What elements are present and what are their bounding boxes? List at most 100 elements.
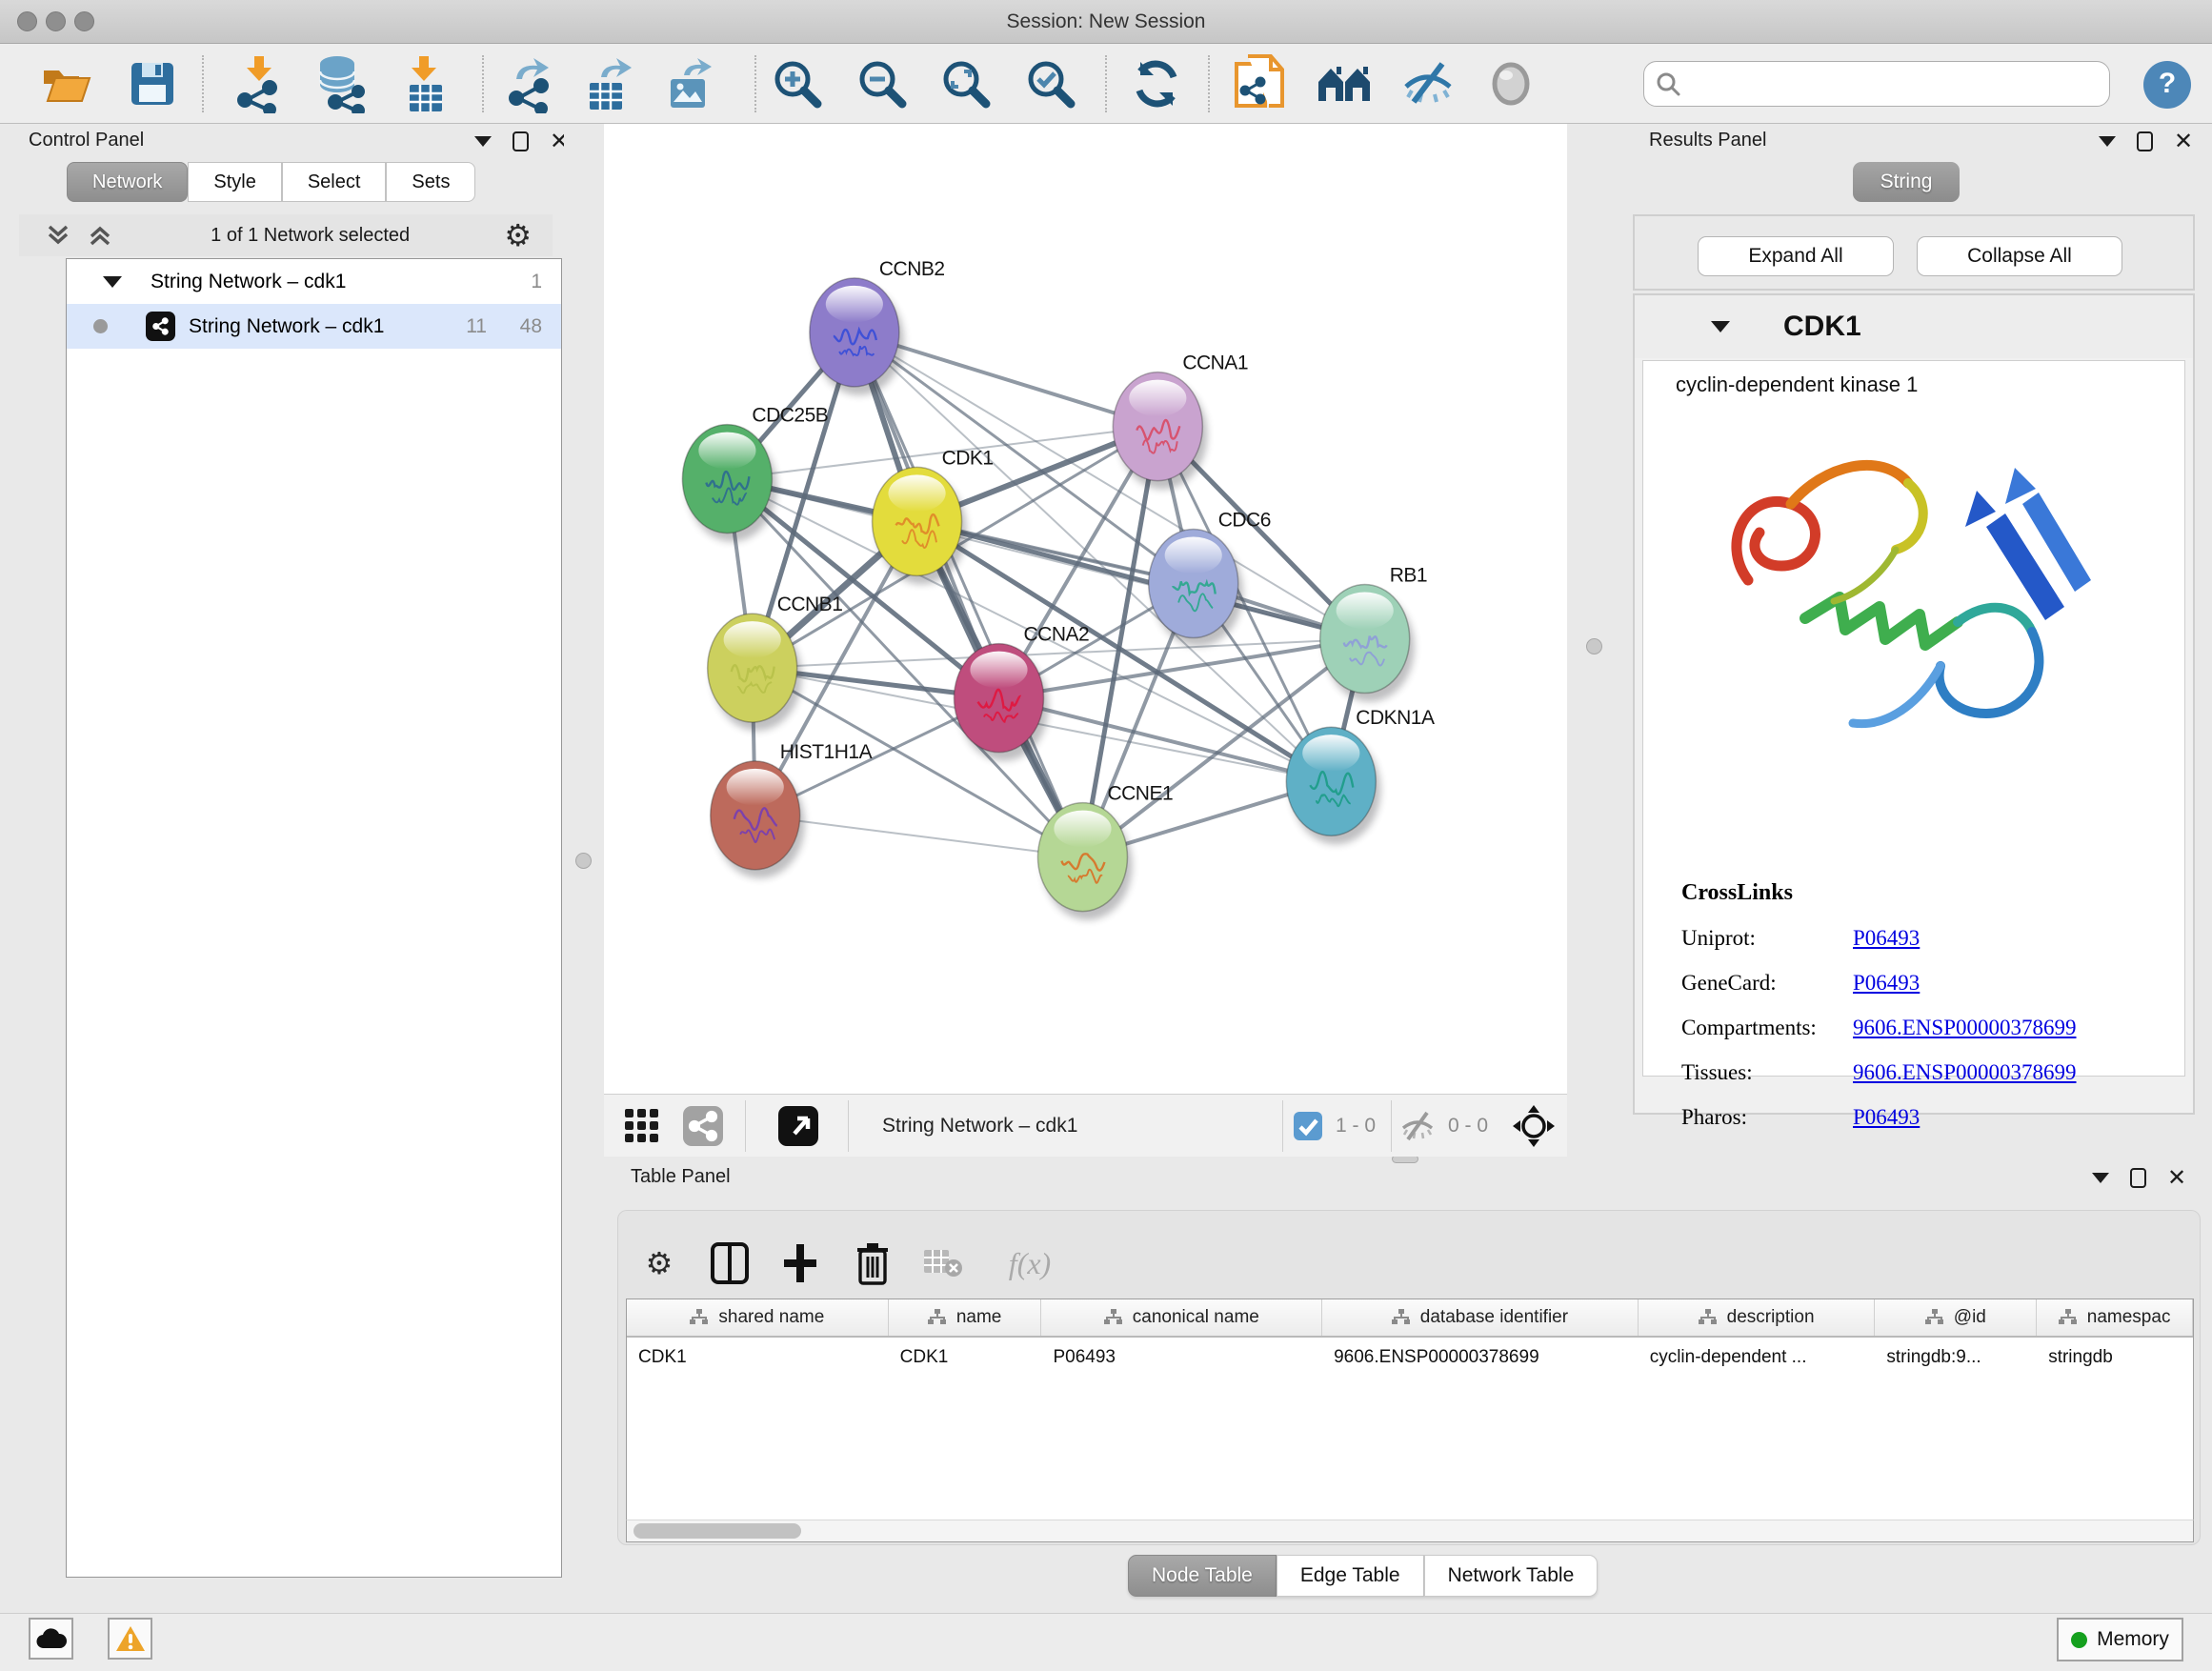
refresh-button[interactable] <box>1126 51 1187 116</box>
column-header-description[interactable]: description <box>1639 1299 1876 1336</box>
node-CDK1[interactable]: CDK1 <box>873 447 994 584</box>
open-in-new-window-button[interactable] <box>772 1099 825 1153</box>
selected-indicator-checkbox[interactable] <box>1288 1106 1328 1146</box>
network-canvas[interactable]: CCNB2CCNA1CDC25BCDK1CDC6RB1CCNB1CCNA2CDK… <box>604 124 1567 1094</box>
delete-column-button[interactable] <box>845 1236 900 1291</box>
node-CDC25B[interactable]: CDC25B <box>682 405 828 542</box>
crosslink-link[interactable]: P06493 <box>1853 1105 1920 1130</box>
left-splitter-grip[interactable] <box>575 853 592 869</box>
node-HIST1H1A[interactable]: HIST1H1A <box>711 741 873 878</box>
save-session-button[interactable] <box>122 51 183 116</box>
export-image-button[interactable] <box>661 51 722 116</box>
zoom-fit-button[interactable] <box>935 51 996 116</box>
node-label-RB1: RB1 <box>1390 565 1427 587</box>
node-CCNB1[interactable]: CCNB1 <box>708 594 843 731</box>
zoom-in-button[interactable] <box>767 51 828 116</box>
column-header-namespac[interactable]: namespac <box>2037 1299 2193 1336</box>
collapse-panel-icon[interactable] <box>2092 1173 2109 1183</box>
node-label-CCNA2: CCNA2 <box>1024 624 1090 646</box>
scrollbar-thumb[interactable] <box>633 1523 801 1539</box>
collapse-panel-icon[interactable] <box>474 136 492 147</box>
hidden-eye-slash-icon <box>1399 1111 1436 1141</box>
open-session-button[interactable] <box>36 51 97 116</box>
table-cell[interactable]: P06493 <box>1041 1338 1322 1377</box>
search-box[interactable] <box>1643 61 2110 107</box>
crosslink-link[interactable]: 9606.ENSP00000378699 <box>1853 1016 2077 1040</box>
crosslink-label: Pharos: <box>1681 1105 1853 1130</box>
tab-network[interactable]: Network <box>67 162 188 202</box>
tab-style[interactable]: Style <box>188 162 281 202</box>
right-splitter[interactable] <box>1567 124 1622 1160</box>
create-column-button[interactable] <box>773 1236 828 1291</box>
column-header-shared-name[interactable]: shared name <box>627 1299 889 1336</box>
birds-eye-view-button[interactable] <box>615 1099 669 1153</box>
tab-string[interactable]: String <box>1853 162 1960 202</box>
node-CDKN1A[interactable]: CDKN1A <box>1286 707 1435 844</box>
table-horizontal-scrollbar[interactable] <box>626 1520 2194 1542</box>
float-panel-icon[interactable] <box>2137 131 2153 151</box>
expand-all-button[interactable]: Expand All <box>1698 236 1894 276</box>
close-panel-icon[interactable]: ✕ <box>2167 1169 2186 1188</box>
table-row[interactable]: CDK1CDK1P064939606.ENSP00000378699cyclin… <box>627 1338 2193 1377</box>
collapse-all-button[interactable]: Collapse All <box>1917 236 2122 276</box>
network-row[interactable]: String Network – cdk1 11 48 <box>67 304 561 349</box>
delete-table-button[interactable] <box>915 1236 971 1291</box>
cloud-status-button[interactable] <box>29 1618 73 1660</box>
crosslink-label: Tissues: <box>1681 1060 1853 1085</box>
crosslink-link[interactable]: 9606.ENSP00000378699 <box>1853 1060 2077 1085</box>
warnings-button[interactable] <box>108 1618 152 1660</box>
collapse-panel-icon[interactable] <box>2099 136 2116 147</box>
tab-edge-table[interactable]: Edge Table <box>1277 1555 1424 1597</box>
network-selection-status: 1 of 1 Network selected <box>116 225 504 247</box>
import-network-file-button[interactable] <box>229 51 290 116</box>
tab-network-table[interactable]: Network Table <box>1424 1555 1599 1597</box>
table-options-button[interactable]: ⚙ <box>632 1236 687 1291</box>
node-label-CDKN1A: CDKN1A <box>1356 707 1435 729</box>
table-cell[interactable]: CDK1 <box>889 1338 1042 1377</box>
table-cell[interactable]: cyclin-dependent ... <box>1639 1338 1876 1377</box>
tab-node-table[interactable]: Node Table <box>1128 1555 1277 1597</box>
left-splitter[interactable] <box>564 124 604 1613</box>
show-columns-button[interactable] <box>702 1236 757 1291</box>
first-neighbors-button[interactable] <box>1314 51 1375 116</box>
search-input[interactable] <box>1688 73 2109 95</box>
zoom-out-button[interactable] <box>852 51 913 116</box>
show-all-button[interactable] <box>1480 51 1541 116</box>
function-builder-button[interactable]: f(x) <box>990 1236 1070 1291</box>
table-cell[interactable]: stringdb <box>2037 1338 2193 1377</box>
table-cell[interactable]: stringdb:9... <box>1875 1338 2037 1377</box>
node-RB1[interactable]: RB1 <box>1320 565 1427 702</box>
collapse-all-networks-icon[interactable] <box>84 221 116 250</box>
import-table-file-button[interactable] <box>395 51 456 116</box>
crosslink-link[interactable]: P06493 <box>1853 926 1920 951</box>
float-panel-icon[interactable] <box>513 131 529 151</box>
node-CCNA1[interactable]: CCNA1 <box>1113 352 1248 490</box>
import-network-database-button[interactable] <box>310 51 371 116</box>
float-panel-icon[interactable] <box>2130 1168 2146 1188</box>
table-cell[interactable]: CDK1 <box>627 1338 889 1377</box>
right-splitter-grip[interactable] <box>1586 638 1602 654</box>
gene-section-header[interactable]: CDK1 <box>1635 295 2193 358</box>
expand-all-networks-icon[interactable] <box>42 221 74 250</box>
zoom-selected-button[interactable] <box>1020 51 1081 116</box>
hide-selected-button[interactable] <box>1398 51 1458 116</box>
collection-expand-icon[interactable] <box>103 276 122 288</box>
copy-network-button[interactable] <box>1229 51 1290 116</box>
column-header-canonical-name[interactable]: canonical name <box>1041 1299 1322 1336</box>
export-table-button[interactable] <box>580 51 641 116</box>
column-header-name[interactable]: name <box>889 1299 1042 1336</box>
network-options-gear-icon[interactable]: ⚙ <box>504 217 532 253</box>
help-button[interactable]: ? <box>2143 61 2191 109</box>
export-network-button[interactable] <box>499 51 560 116</box>
gene-expand-icon[interactable] <box>1711 321 1730 332</box>
crosslink-link[interactable]: P06493 <box>1853 971 1920 996</box>
table-cell[interactable]: 9606.ENSP00000378699 <box>1322 1338 1639 1377</box>
tab-sets[interactable]: Sets <box>386 162 475 202</box>
tab-select[interactable]: Select <box>282 162 387 202</box>
memory-button[interactable]: Memory <box>2057 1618 2183 1661</box>
column-header-database-identifier[interactable]: database identifier <box>1322 1299 1639 1336</box>
close-panel-icon[interactable]: ✕ <box>2174 132 2193 151</box>
column-header-@id[interactable]: @id <box>1875 1299 2037 1336</box>
network-collection-row[interactable]: String Network – cdk1 1 <box>67 259 561 304</box>
pan-mode-button[interactable] <box>1507 1099 1560 1153</box>
